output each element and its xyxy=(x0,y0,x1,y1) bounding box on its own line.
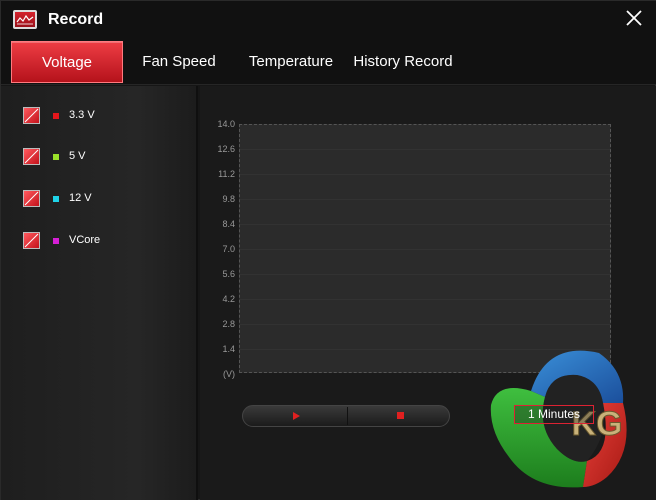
legend-checkbox-vcore[interactable] xyxy=(23,232,40,249)
legend-checkbox-3v3[interactable] xyxy=(23,107,40,124)
legend-swatch xyxy=(53,238,59,244)
check-icon xyxy=(24,149,39,164)
play-button[interactable] xyxy=(243,406,347,426)
window-title: Record xyxy=(48,11,104,28)
tab-temperature[interactable]: Temperature xyxy=(241,41,341,83)
title-bar: Record xyxy=(1,1,656,39)
legend-label: 3.3 V xyxy=(69,109,95,121)
gridline xyxy=(240,299,610,300)
tab-fan-speed[interactable]: Fan Speed xyxy=(134,41,224,83)
record-window: Record Voltage Fan Speed Temperature His… xyxy=(0,0,656,500)
legend-swatch xyxy=(53,154,59,160)
legend-label: 12 V xyxy=(69,192,92,204)
y-tick-label: 4.2 xyxy=(222,294,235,304)
check-icon xyxy=(24,233,39,248)
y-tick-label: 7.0 xyxy=(222,244,235,254)
tab-history-record[interactable]: History Record xyxy=(349,41,457,83)
gridline xyxy=(240,149,610,150)
close-button[interactable] xyxy=(623,7,645,29)
record-app-icon xyxy=(13,10,37,29)
tab-bar: Voltage Fan Speed Temperature History Re… xyxy=(1,39,656,85)
check-icon xyxy=(24,191,39,206)
gridline xyxy=(240,174,610,175)
close-icon xyxy=(626,10,642,26)
playback-controls xyxy=(242,405,450,427)
duration-select[interactable]: 1 Minutes xyxy=(514,405,594,424)
tab-voltage[interactable]: Voltage xyxy=(11,41,123,83)
stop-button[interactable] xyxy=(348,406,452,426)
legend-panel: 3.3 V 5 V 12 V VCore xyxy=(1,86,198,500)
legend-swatch xyxy=(53,196,59,202)
legend-checkbox-12v[interactable] xyxy=(23,190,40,207)
legend-checkbox-5v[interactable] xyxy=(23,148,40,165)
y-tick-label: 1.4 xyxy=(222,344,235,354)
legend-label: 5 V xyxy=(69,150,86,162)
y-tick-label: 14.0 xyxy=(217,119,235,129)
y-axis-unit: (V) xyxy=(223,369,235,379)
y-tick-label: 11.2 xyxy=(218,169,235,179)
gridline xyxy=(240,199,610,200)
stop-icon xyxy=(397,412,404,419)
y-tick-label: 12.6 xyxy=(217,144,235,154)
y-tick-label: 2.8 xyxy=(222,319,235,329)
y-tick-label: 5.6 xyxy=(222,269,235,279)
legend-swatch xyxy=(53,113,59,119)
check-icon xyxy=(24,108,39,123)
y-tick-label: 8.4 xyxy=(222,219,235,229)
y-tick-label: 9.8 xyxy=(222,194,235,204)
gridline xyxy=(240,224,610,225)
gridline xyxy=(240,249,610,250)
gridline xyxy=(240,274,610,275)
legend-label: VCore xyxy=(69,234,101,246)
gridline xyxy=(240,324,610,325)
play-icon xyxy=(293,412,300,420)
